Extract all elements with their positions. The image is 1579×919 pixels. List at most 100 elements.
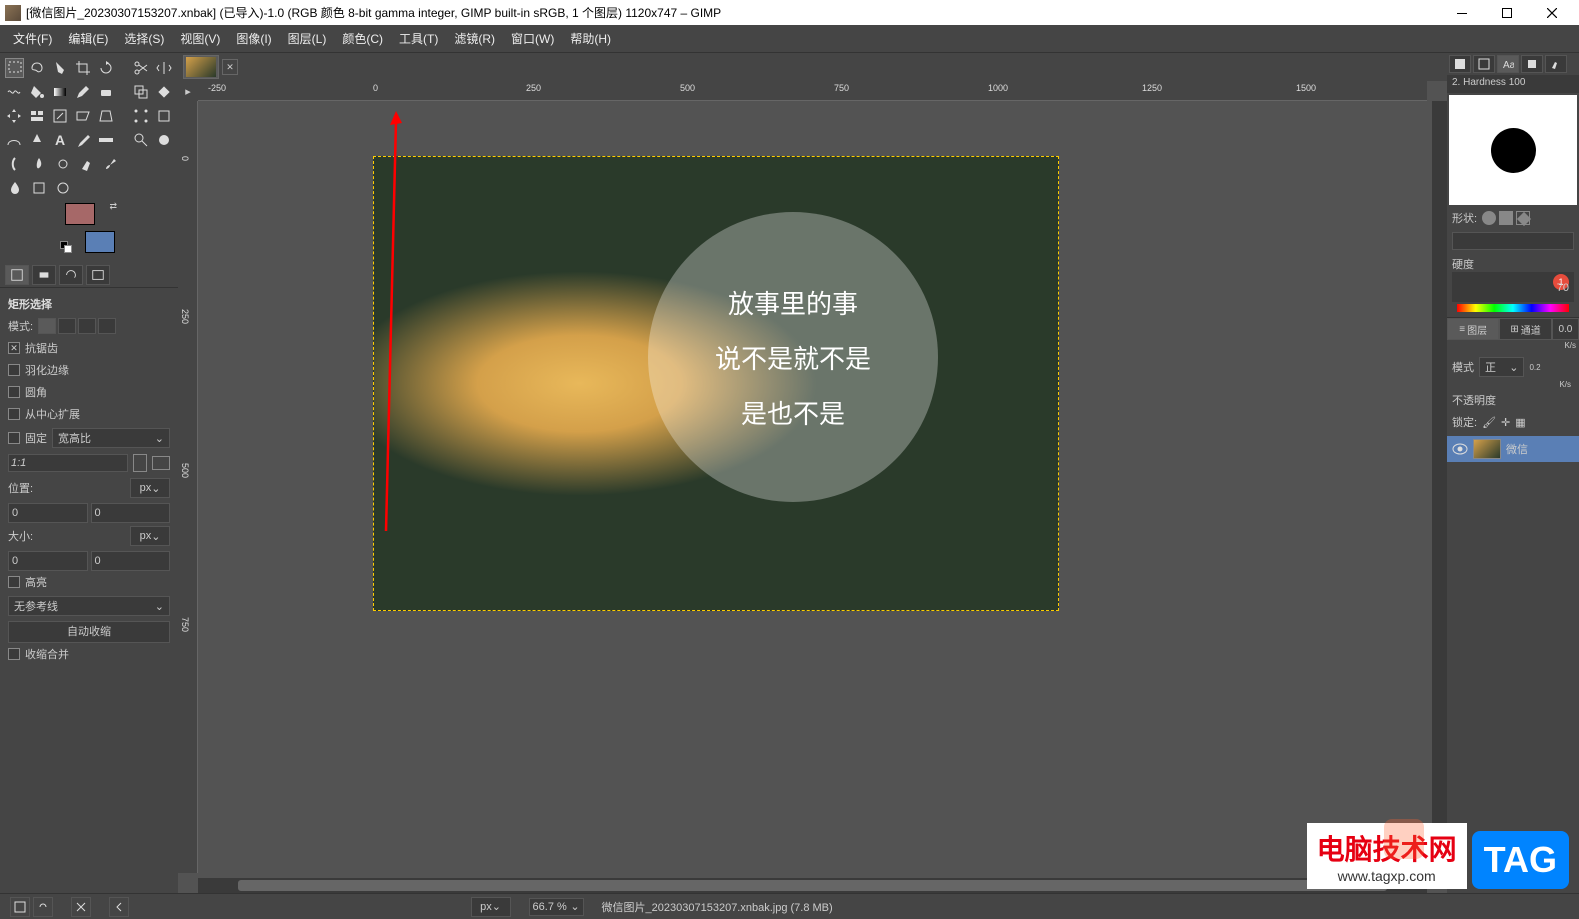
highlight-checkbox[interactable]	[8, 576, 20, 588]
tool-clone[interactable]	[131, 82, 150, 102]
mode-replace[interactable]	[38, 318, 56, 334]
menu-help[interactable]: 帮助(H)	[562, 26, 619, 51]
tool-color-picker[interactable]	[74, 130, 93, 150]
brush-preview[interactable]	[1449, 95, 1577, 205]
tool-gradient[interactable]	[51, 82, 70, 102]
tool-ink[interactable]	[28, 130, 47, 150]
vertical-ruler[interactable]: 0 250 500 750	[178, 101, 198, 873]
position-unit[interactable]: px ⌄	[130, 478, 170, 498]
zoom-level[interactable]: 66.7 %⌄	[529, 898, 584, 916]
canvas-viewport[interactable]: 放事里的事 说不是就不是 是也不是	[198, 101, 1427, 873]
fixed-checkbox[interactable]	[8, 432, 20, 444]
vertical-scrollbar[interactable]	[1432, 101, 1447, 873]
size-h-input[interactable]: 0	[91, 551, 171, 571]
tool-drop[interactable]	[5, 178, 25, 198]
tab-extra1[interactable]: 0.0	[1552, 318, 1579, 340]
tool-rotate[interactable]	[97, 58, 116, 78]
tool-zoom[interactable]	[131, 130, 150, 150]
tool-dodge[interactable]	[53, 154, 73, 174]
tool-warp[interactable]	[5, 82, 24, 102]
tool-path[interactable]	[5, 130, 24, 150]
swap-colors-icon[interactable]: ⇄	[109, 201, 117, 212]
tool-scale[interactable]	[51, 106, 70, 126]
visibility-icon[interactable]	[1452, 443, 1468, 455]
shape-circle[interactable]	[1482, 211, 1496, 225]
lock-alpha-icon[interactable]: ▦	[1515, 416, 1525, 429]
image-canvas[interactable]: 放事里的事 说不是就不是 是也不是	[373, 156, 1059, 611]
menu-filters[interactable]: 滤镜(R)	[446, 26, 503, 51]
horizontal-ruler[interactable]: -250 0 250 500 750 1000 1250 1500	[198, 81, 1427, 101]
tool-flip[interactable]	[154, 58, 173, 78]
tool-fuzzy-select[interactable]	[51, 58, 70, 78]
status-back-icon[interactable]	[109, 897, 129, 917]
portrait-icon[interactable]	[133, 454, 147, 472]
menu-view[interactable]: 视图(V)	[172, 26, 228, 51]
close-button[interactable]	[1529, 0, 1574, 25]
image-tab[interactable]	[183, 55, 219, 79]
tool-move[interactable]	[5, 106, 24, 126]
tool-extra1[interactable]	[29, 178, 49, 198]
tool-eraser[interactable]	[97, 82, 116, 102]
mode-add[interactable]	[58, 318, 76, 334]
tab-device-status[interactable]	[32, 265, 56, 285]
tool-unified[interactable]	[154, 106, 173, 126]
position-x-input[interactable]: 0	[8, 503, 88, 523]
lock-position-icon[interactable]: ✛	[1501, 416, 1510, 429]
menu-windows[interactable]: 窗口(W)	[503, 26, 562, 51]
rtab-history[interactable]	[1521, 55, 1543, 73]
blend-mode-dropdown[interactable]: 正	[1479, 357, 1524, 377]
tool-rect-select[interactable]	[5, 58, 24, 78]
tool-shear[interactable]	[74, 106, 93, 126]
size-w-input[interactable]: 0	[8, 551, 88, 571]
antialias-checkbox[interactable]: ✕	[8, 342, 20, 354]
tool-perspective[interactable]	[97, 106, 116, 126]
expand-center-checkbox[interactable]	[8, 408, 20, 420]
tool-heal[interactable]	[154, 82, 173, 102]
guides-dropdown[interactable]: 无参考线	[8, 596, 170, 616]
tool-smudge[interactable]	[5, 154, 25, 174]
tool-extra2[interactable]	[53, 178, 73, 198]
rtab-fonts[interactable]: Aa	[1497, 55, 1519, 73]
feather-checkbox[interactable]	[8, 364, 20, 376]
ruler-corner[interactable]: ▸	[178, 81, 198, 101]
background-color[interactable]	[85, 231, 115, 253]
status-save-icon[interactable]	[10, 897, 30, 917]
shape-diamond[interactable]	[1516, 211, 1530, 225]
maximize-button[interactable]	[1484, 0, 1529, 25]
ratio-input[interactable]: 1:1	[8, 454, 128, 472]
size-unit[interactable]: px ⌄	[130, 526, 170, 546]
tool-text[interactable]: A	[51, 130, 70, 150]
lock-pixels-icon[interactable]: 🖌	[1482, 416, 1496, 429]
menu-image[interactable]: 图像(I)	[228, 26, 279, 51]
landscape-icon[interactable]	[152, 456, 170, 470]
tool-freeselect[interactable]	[28, 58, 47, 78]
horizontal-scrollbar[interactable]	[198, 878, 1427, 893]
tab-tool-options[interactable]	[5, 265, 29, 285]
tool-scissors[interactable]	[131, 58, 150, 78]
close-tab-button[interactable]: ✕	[222, 59, 238, 75]
menu-colors[interactable]: 颜色(C)	[334, 26, 391, 51]
color-swatches[interactable]: ⇄	[65, 203, 115, 253]
rtab-patterns[interactable]	[1473, 55, 1495, 73]
tab-channels[interactable]: ⊞通道	[1499, 318, 1551, 340]
tool-cage[interactable]	[131, 106, 150, 126]
status-unit[interactable]: px ⌄	[471, 897, 511, 917]
tool-blur[interactable]	[29, 154, 49, 174]
status-reset-icon[interactable]	[33, 897, 53, 917]
mode-intersect[interactable]	[98, 318, 116, 334]
menu-select[interactable]: 选择(S)	[116, 26, 172, 51]
rtab-brushes[interactable]	[1449, 55, 1471, 73]
mode-subtract[interactable]	[78, 318, 96, 334]
menu-tools[interactable]: 工具(T)	[391, 26, 446, 51]
reset-colors-icon[interactable]	[60, 241, 72, 253]
tool-crop[interactable]	[74, 58, 93, 78]
menu-layer[interactable]: 图层(L)	[280, 26, 335, 51]
hardness-slider[interactable]: 1 70	[1452, 272, 1574, 302]
rtab-paint[interactable]	[1545, 55, 1567, 73]
fixed-dropdown[interactable]: 宽高比	[52, 428, 170, 448]
auto-shrink-button[interactable]: 自动收缩	[8, 621, 170, 643]
foreground-color[interactable]	[65, 203, 95, 225]
tab-undo-history[interactable]	[59, 265, 83, 285]
tool-paintbrush[interactable]	[101, 154, 121, 174]
tool-airbrush[interactable]	[77, 154, 97, 174]
